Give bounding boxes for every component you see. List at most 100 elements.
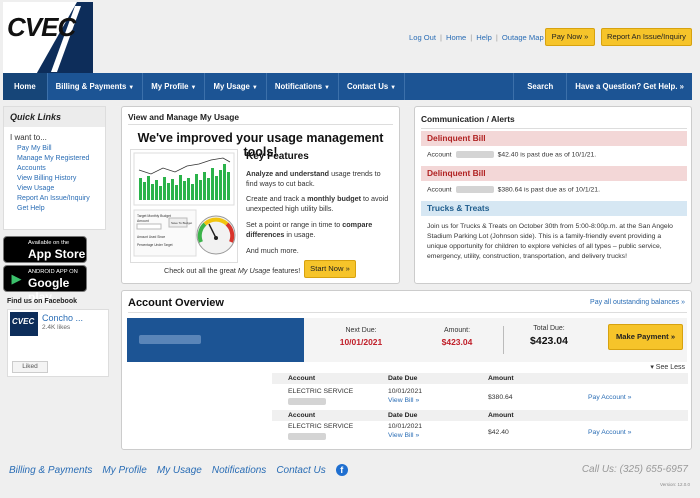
facebook-page-name[interactable]: Concho ... [42,313,83,323]
logo-text: CVEC [7,12,76,42]
quick-links-panel: Quick Links I want to... Pay My Bill Man… [3,106,106,230]
account-name-box [127,318,304,362]
redacted-account-number [288,398,326,405]
nav-my-usage[interactable]: My Usage ▼ [205,73,267,100]
facebook-page-box: CVEC Concho ... 2.4K likes Liked [7,309,109,377]
feature-budget: Create and track a monthly budget to avo… [246,194,389,213]
event-description: Join us for Trucks & Treats on October 3… [427,223,673,260]
footer-link-usage[interactable]: My Usage [157,465,202,476]
quick-link-pay-bill[interactable]: Pay My Bill [17,144,105,154]
facebook-liked-button[interactable]: Liked [12,361,48,373]
bills-table-header: Account Date Due Amount [272,410,688,421]
nav-my-profile[interactable]: My Profile ▼ [143,73,206,100]
quick-link-billing-history[interactable]: View Billing History [17,174,105,184]
alert-delinquent-message: Account $42.40 is past due as of 10/1/21. [427,151,597,159]
call-us-phone: Call Us: (325) 655-6957 [581,464,688,475]
facebook-likes: 2.4K likes [42,324,71,331]
pay-account-link[interactable]: Pay Account » [588,394,631,401]
main-nav: Home Billing & Payments ▼ My Profile ▼ My … [3,73,692,100]
app-store-badge[interactable]: Available on the App Store [3,236,87,263]
svg-text:Save To Budget: Save To Budget [171,221,192,225]
usage-checkout-text: Check out all the great My Usage feature… [164,266,301,275]
nav-get-help[interactable]: Have a Question? Get Help. » [567,73,692,100]
alerts-panel: Communication / Alerts Delinquent Bill A… [414,106,692,284]
footer-link-profile[interactable]: My Profile [102,465,146,476]
redacted-account-number [455,186,494,193]
report-issue-button[interactable]: Report An Issue/Inquiry [601,28,692,46]
google-play-badge[interactable]: ▶ ANDROID APP ON Google play [3,265,87,304]
version-label: Version: 12.0.0 [659,482,690,487]
facebook-widget: Find us on Facebook CVEC Concho ... 2.4K… [3,295,109,378]
redacted-account-number [455,151,494,158]
table-row: ELECTRIC SERVICE 10/01/2021 View Bill » … [288,423,632,440]
quick-link-report-issue[interactable]: Report An Issue/Inquiry [17,194,105,204]
see-less-toggle[interactable]: ▾ See Less [650,363,685,371]
help-link[interactable]: Help [476,33,492,42]
key-features-heading: Key Features [246,151,309,162]
facebook-page-thumbnail[interactable]: CVEC [10,312,38,336]
footer: Billing & Payments My Profile My Usage N… [0,458,700,498]
outage-map-link[interactable]: Outage Map [502,33,544,42]
nav-notifications[interactable]: Notifications ▼ [267,73,339,100]
play-icon: ▶ [11,271,22,286]
pay-all-balances-link[interactable]: Pay all outstanding balances » [590,299,685,306]
feature-more: And much more. [246,246,299,255]
usage-preview-image: Target Monthly Budget Amount Save To Bud… [130,149,238,263]
alert-delinquent-heading: Delinquent Bill [421,131,687,146]
make-payment-button[interactable]: Make Payment » [608,324,683,350]
usage-panel-title: View and Manage My Usage [128,112,240,122]
facebook-title: Find us on Facebook [7,298,78,305]
next-due: Next Due: 10/01/2021 [339,327,383,347]
total-due: Total Due: $423.04 [530,325,568,347]
footer-link-billing[interactable]: Billing & Payments [9,465,92,476]
quick-link-manage-accounts[interactable]: Manage My Registered Accounts [17,154,105,174]
nav-search[interactable]: Search [514,73,568,100]
apple-icon [9,242,24,258]
feature-analyze: Analyze and understand usage trends to f… [246,169,381,188]
quick-links-intro: I want to... [10,133,47,142]
quick-links-title: Quick Links [4,107,105,127]
bills-table-header: Account Date Due Amount [272,373,688,384]
caret-down-icon: ▼ [390,85,397,91]
feature-compare: Set a point or range in time to compare … [246,220,373,239]
alert-delinquent-message: Account $380.64 is past due as of 10/1/21… [427,186,600,194]
cvec-logo[interactable]: CVEC [3,2,93,74]
amount-due: Amount: $423.04 [441,327,473,347]
table-row: ELECTRIC SERVICE 10/01/2021 View Bill » … [288,388,632,405]
alerts-panel-title: Communication / Alerts [421,114,515,124]
logout-link[interactable]: Log Out [409,33,436,42]
usage-panel: View and Manage My Usage We've improved … [121,106,400,284]
home-link[interactable]: Home [446,33,466,42]
view-bill-link[interactable]: View Bill » [388,397,419,404]
svg-text:Percentage Under Target: Percentage Under Target [137,243,173,247]
bills-table: Account Date Due Amount ELECTRIC SERVICE… [272,373,688,445]
account-overview-title: Account Overview [128,297,224,309]
caret-down-icon: ▼ [128,85,135,91]
caret-down-icon: ▼ [190,85,197,91]
svg-text:Amount Used Since: Amount Used Since [137,235,165,239]
caret-down-icon: ▼ [251,85,258,91]
caret-down-icon: ▼ [324,85,330,91]
footer-links: Billing & Payments My Profile My Usage N… [9,464,348,476]
quick-link-get-help[interactable]: Get Help [17,204,105,214]
usage-preview-graphic: Target Monthly Budget Amount Save To Bud… [133,152,236,257]
account-overview-panel: Account Overview Pay all outstanding bal… [121,290,692,450]
redacted-account-number [288,433,326,440]
pay-now-button[interactable]: Pay Now » [545,28,595,46]
footer-link-notifications[interactable]: Notifications [212,465,266,476]
alert-delinquent-heading: Delinquent Bill [421,166,687,181]
svg-text:Target Monthly Budget: Target Monthly Budget [137,214,171,218]
top-links: Log Out | Home | Help | Outage Map [409,33,544,42]
nav-billing-payments[interactable]: Billing & Payments ▼ [48,73,144,100]
pay-account-link[interactable]: Pay Account » [588,429,631,436]
start-now-button[interactable]: Start Now » [304,260,356,278]
nav-contact-us[interactable]: Contact Us ▼ [339,73,406,100]
quick-link-view-usage[interactable]: View Usage [17,184,105,194]
event-heading: Trucks & Treats [421,201,687,216]
facebook-icon[interactable]: f [335,464,348,476]
footer-link-contact[interactable]: Contact Us [276,465,325,476]
account-summary: Next Due: 10/01/2021 Amount: $423.04 Tot… [127,318,687,362]
view-bill-link[interactable]: View Bill » [388,432,419,439]
svg-text:Amount: Amount [137,219,149,223]
nav-home[interactable]: Home [3,73,48,100]
